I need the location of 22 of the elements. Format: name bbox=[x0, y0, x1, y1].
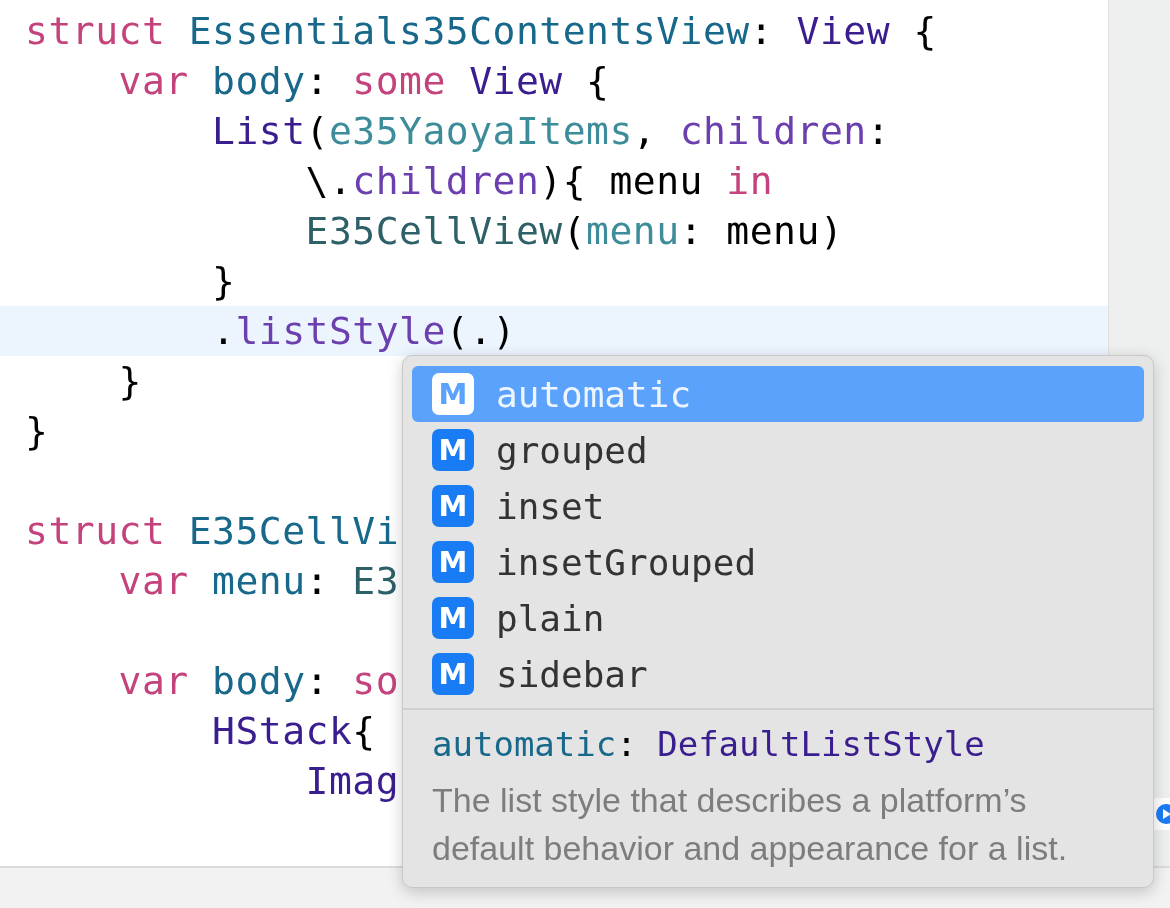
code-line: struct Essentials35ContentsView: View { bbox=[25, 9, 937, 53]
code-line: List(e35YaoyaItems, children: bbox=[211, 109, 891, 153]
code-line: } bbox=[117, 359, 142, 403]
method-badge: M bbox=[432, 653, 474, 695]
method-badge: M bbox=[432, 541, 474, 583]
code-line: } bbox=[211, 259, 236, 303]
code-line: HStack{ bbox=[211, 709, 376, 753]
code-line: E35CellView(menu: menu) bbox=[304, 209, 844, 253]
code-line: var body: so bbox=[117, 659, 400, 703]
method-badge: M bbox=[432, 597, 474, 639]
code-line: var menu: E3 bbox=[117, 559, 400, 603]
code-line: var body: some View { bbox=[117, 59, 610, 103]
code-line: Imag bbox=[304, 759, 400, 803]
completion-description: The list style that describes a platform’s default behavior and appearance for a list. bbox=[432, 780, 1069, 869]
code-line: .listStyle(.) bbox=[211, 309, 516, 353]
method-badge: M bbox=[432, 485, 474, 527]
code-line: struct E35CellVi bbox=[25, 509, 400, 553]
code-line: } bbox=[25, 409, 49, 453]
method-badge: M bbox=[432, 429, 474, 471]
code-line: \.children){ menu in bbox=[304, 159, 774, 203]
method-badge: M bbox=[432, 373, 474, 415]
completion-signature: automatic: DefaultListStyle bbox=[432, 724, 986, 764]
